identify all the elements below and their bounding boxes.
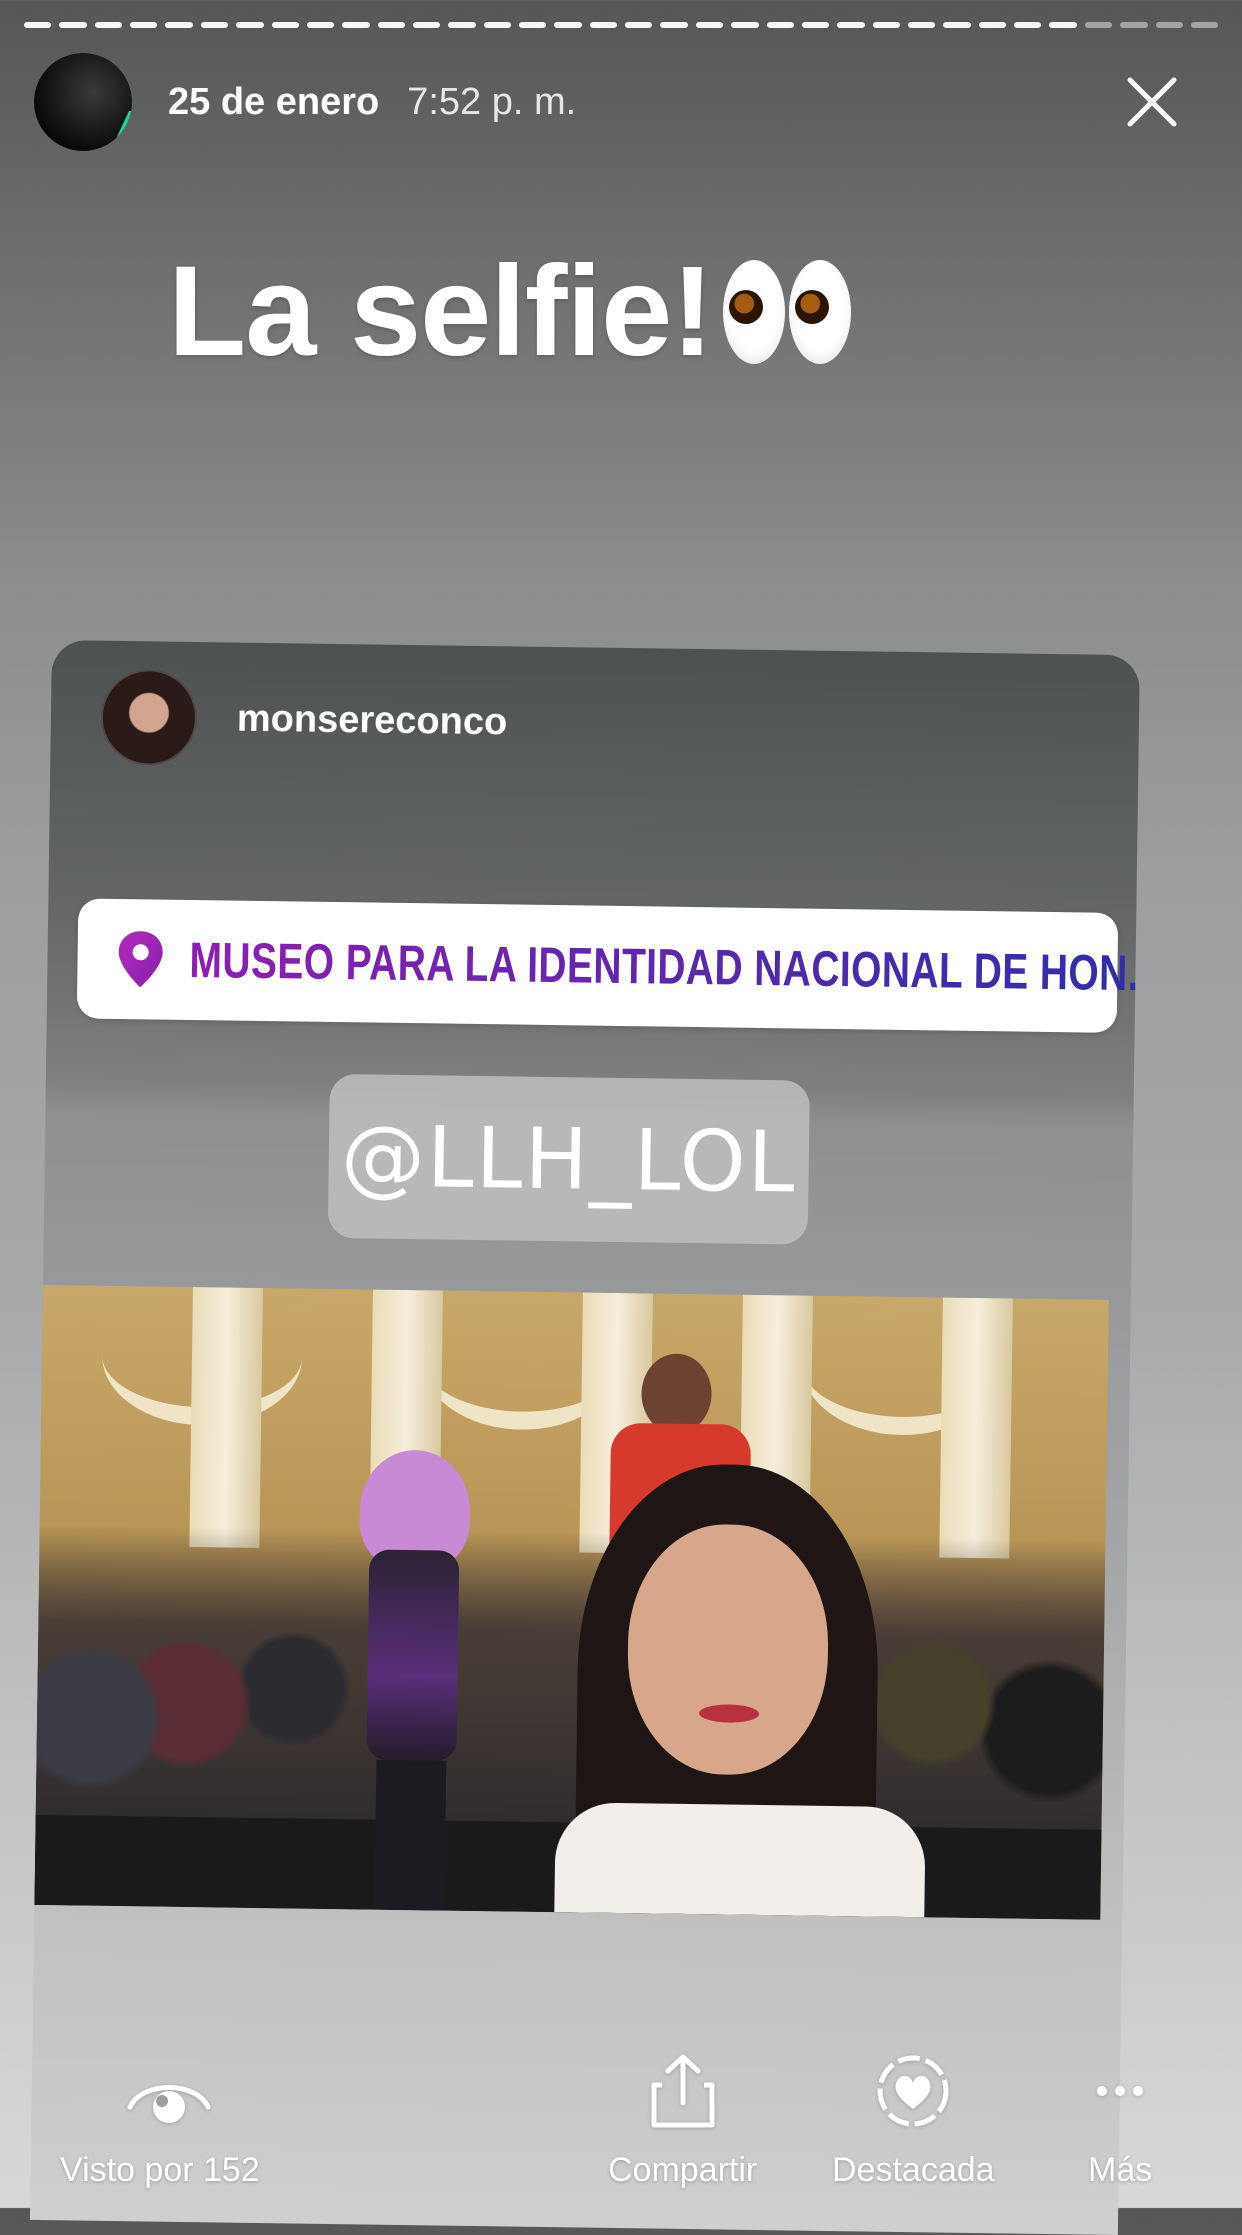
viewers-button[interactable]: Visto por 152 — [60, 2067, 260, 2190]
story-actions-bar: Visto por 152 Compartir Destacada Más — [0, 2008, 1242, 2208]
highlight-button[interactable]: Destacada — [832, 2053, 995, 2190]
progress-segment — [872, 22, 900, 28]
location-sticker[interactable]: MUSEO PARA LA IDENTIDAD NACIONAL DE HON.… — [76, 898, 1140, 1033]
progress-segment — [412, 22, 441, 28]
progress-segment — [1120, 22, 1148, 28]
location-pin-icon — [118, 931, 163, 988]
eye-right — [788, 259, 851, 364]
progress-segment — [130, 22, 158, 28]
avatar-stripe — [85, 111, 132, 141]
shared-username[interactable]: monsereconco — [237, 697, 508, 744]
photo-cosplayer — [334, 1389, 491, 1911]
progress-segment — [660, 22, 688, 28]
more-label: Más — [1088, 2151, 1153, 2189]
shared-story-card[interactable]: monsereconco MUSEO PARA LA IDENTIDAD NAC… — [29, 640, 1140, 2235]
story-progress-bar — [24, 22, 1219, 28]
progress-segment — [589, 22, 618, 28]
photo-column — [189, 1287, 263, 1548]
progress-segment — [448, 22, 476, 28]
progress-segment — [837, 22, 865, 28]
story-header: 25 de enero 7:52 p. m. — [34, 52, 1212, 152]
highlight-heart-icon — [877, 2055, 949, 2127]
progress-segment — [483, 22, 512, 28]
mention-sticker[interactable]: @LLH_LOL — [327, 1073, 810, 1245]
viewers-label: Visto por 152 — [60, 2151, 260, 2189]
share-button[interactable]: Compartir — [608, 2053, 757, 2190]
location-label: MUSEO PARA LA IDENTIDAD NACIONAL DE HON.… — [189, 931, 1140, 1003]
share-label: Compartir — [608, 2151, 758, 2189]
eye-left — [722, 259, 785, 364]
shared-user[interactable]: monsereconco — [100, 668, 508, 771]
profile-avatar[interactable] — [34, 53, 132, 151]
progress-segment — [943, 22, 971, 28]
highlight-label: Destacada — [832, 2151, 995, 2189]
progress-segment — [695, 22, 724, 28]
photo-selfie-woman — [554, 1462, 930, 1918]
viewers-eye-icon — [127, 2085, 211, 2123]
progress-segment — [1084, 22, 1113, 28]
progress-segment — [165, 22, 193, 28]
story-caption: La selfie! — [168, 238, 851, 385]
progress-segment — [907, 22, 936, 28]
progress-segment — [978, 22, 1007, 28]
progress-segment — [24, 22, 52, 28]
eyes-icon — [722, 259, 851, 364]
progress-segment — [766, 22, 794, 28]
progress-segment — [59, 22, 87, 28]
progress-segment — [94, 22, 123, 28]
progress-segment — [271, 22, 299, 28]
progress-segment — [1014, 22, 1042, 28]
progress-segment — [1049, 22, 1077, 28]
more-dots-icon — [1097, 2086, 1144, 2096]
progress-segment — [236, 22, 264, 28]
more-button[interactable]: Más — [1088, 2053, 1152, 2190]
progress-segment — [1190, 22, 1219, 28]
share-icon — [651, 2054, 715, 2128]
progress-segment — [1155, 22, 1183, 28]
progress-segment — [342, 22, 370, 28]
photo-column — [939, 1297, 1013, 1559]
shared-user-avatar[interactable] — [100, 668, 198, 767]
caption-text: La selfie! — [168, 240, 714, 383]
mention-label: @LLH_LOL — [340, 1107, 798, 1212]
selfie-photo — [34, 1284, 1109, 1920]
progress-segment — [519, 22, 547, 28]
story-date: 25 de enero — [168, 80, 380, 123]
story-time: 7:52 p. m. — [407, 80, 577, 123]
progress-segment — [200, 22, 229, 28]
progress-segment — [731, 22, 759, 28]
progress-segment — [801, 22, 830, 28]
close-icon[interactable] — [1124, 74, 1180, 130]
progress-segment — [554, 22, 582, 28]
progress-segment — [625, 22, 653, 28]
progress-segment — [377, 22, 405, 28]
progress-segment — [306, 22, 335, 28]
